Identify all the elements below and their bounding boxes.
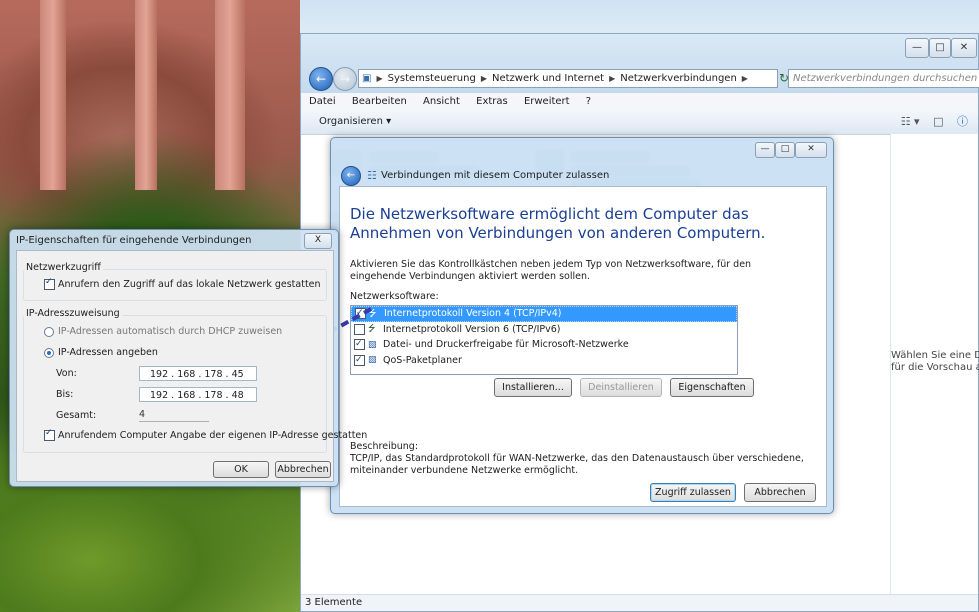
ip-dialog-body: Netzwerkzugriff Anrufern den Zugriff auf…: [16, 250, 367, 482]
from-ip-input[interactable]: 192 . 168 . 178 . 45: [139, 366, 257, 381]
status-bar: 3 Elemente: [301, 594, 978, 611]
menu-datei[interactable]: Datei: [301, 96, 341, 107]
to-ip-input[interactable]: 192 . 168 . 178 . 48: [139, 387, 257, 402]
group-label: Netzwerkzugriff: [24, 262, 103, 273]
list-item[interactable]: ▧ QoS-Paketplaner: [351, 353, 737, 368]
uninstall-button[interactable]: Deinstallieren: [580, 378, 662, 397]
allow-connections-dialog: — □ ✕ ← ☷ Verbindungen mit diesem Comput…: [330, 137, 834, 514]
total-value: 4: [139, 408, 209, 422]
dialog-minimize-button[interactable]: —: [755, 142, 775, 158]
view-tools: ☷ ▾ □ ⓘ: [891, 110, 968, 134]
menu-bearbeiten[interactable]: Bearbeiten: [344, 96, 412, 107]
lan-access-checkbox[interactable]: [44, 277, 55, 290]
wizard-back-button[interactable]: ←: [341, 166, 361, 186]
total-label: Gesamt:: [56, 410, 97, 421]
software-item-label: Datei- und Druckerfreigabe für Microsoft…: [383, 339, 629, 350]
own-ip-checkbox[interactable]: [44, 428, 55, 441]
command-bar: Organisieren ▾ ☷ ▾ □ ⓘ: [301, 110, 978, 135]
lan-access-row[interactable]: Anrufern den Zugriff auf das lokale Netz…: [44, 277, 321, 290]
network-access-group: Netzwerkzugriff Anrufern den Zugriff auf…: [23, 262, 327, 301]
description-label: Beschreibung:: [350, 441, 419, 452]
dhcp-radio[interactable]: [44, 326, 54, 337]
description-text: TCP/IP, das Standardprotokoll für WAN-Ne…: [350, 453, 804, 476]
ip-dialog-close-button[interactable]: X: [304, 233, 332, 249]
menu-extras[interactable]: Extras: [468, 96, 513, 107]
dialog-content: Die Netzwerksoftware ermöglicht dem Comp…: [339, 186, 827, 507]
explorer-frame: [301, 34, 978, 102]
preview-hint-line2: für die Vorschau aus: [891, 362, 979, 373]
breadcrumb-chevron-icon: ▶: [376, 74, 383, 83]
dhcp-label: IP-Adressen automatisch durch DHCP zuwei…: [58, 326, 283, 337]
software-item-label: QoS-Paketplaner: [383, 354, 462, 366]
ok-button[interactable]: OK: [213, 461, 269, 478]
wallpaper-pillar: [215, 0, 245, 190]
ip-dialog-title: IP-Eigenschaften für eingehende Verbindu…: [16, 235, 252, 246]
ip-assignment-group: IP-Adresszuweisung IP-Adressen automatis…: [23, 308, 367, 453]
software-item-label: Internetprotokoll Version 6 (TCP/IPv6): [383, 323, 561, 335]
own-ip-label: Anrufendem Computer Angabe der eigenen I…: [58, 430, 368, 441]
network-icon: ☷: [367, 169, 377, 182]
ip-cancel-button[interactable]: Abbrechen: [275, 461, 331, 478]
dialog-intro: Aktivieren Sie das Kontrollkästchen nebe…: [350, 259, 752, 282]
breadcrumb-item[interactable]: Netzwerk und Internet: [489, 73, 607, 84]
manual-ip-label: IP-Adressen angeben: [58, 347, 158, 358]
software-list: ⭍ Internetprotokoll Version 4 (TCP/IPv4)…: [350, 305, 738, 375]
menu-help[interactable]: ?: [578, 96, 596, 107]
wallpaper-pillar: [135, 0, 157, 190]
menu-ansicht[interactable]: Ansicht: [415, 96, 465, 107]
software-label: Netzwerksoftware:: [350, 291, 439, 302]
dhcp-option[interactable]: IP-Adressen automatisch durch DHCP zuwei…: [44, 326, 282, 337]
ip-properties-dialog: IP-Eigenschaften für eingehende Verbindu…: [9, 229, 367, 487]
cancel-button[interactable]: Abbrechen: [744, 483, 816, 502]
install-button[interactable]: Installieren...: [494, 378, 572, 397]
allow-access-button[interactable]: Zugriff zulassen: [650, 483, 736, 502]
breadcrumb-chevron-icon: ▶: [741, 74, 748, 83]
properties-button[interactable]: Eigenschaften: [670, 378, 754, 397]
control-panel-icon: ▣: [362, 73, 372, 84]
organize-button[interactable]: Organisieren ▾: [301, 116, 391, 127]
maximize-button[interactable]: □: [929, 38, 951, 58]
preview-pane-icon[interactable]: □: [933, 115, 943, 128]
dialog-title: Verbindungen mit diesem Computer zulasse…: [381, 170, 610, 181]
dialog-close-button[interactable]: ✕: [795, 142, 827, 158]
close-button[interactable]: ✕: [951, 38, 977, 58]
preview-pane: Wählen Sie eine Date für die Vorschau au…: [890, 134, 979, 595]
from-label: Von:: [56, 368, 77, 379]
menu-erweitert[interactable]: Erweitert: [516, 96, 575, 107]
back-button[interactable]: ←: [309, 67, 333, 91]
menu-bar: Datei Bearbeiten Ansicht Extras Erweiter…: [301, 93, 978, 111]
search-input[interactable]: Netzwerkverbindungen durchsuchen: [788, 69, 979, 88]
manual-ip-option[interactable]: IP-Adressen angeben: [44, 347, 158, 358]
breadcrumb-item[interactable]: Systemsteuerung: [385, 73, 479, 84]
help-icon[interactable]: ⓘ: [957, 115, 968, 128]
dialog-maximize-button[interactable]: □: [775, 142, 795, 158]
list-item[interactable]: ⭍ Internetprotokoll Version 4 (TCP/IPv4): [351, 306, 737, 322]
group-label: IP-Adresszuweisung: [24, 308, 122, 319]
minimize-button[interactable]: —: [905, 38, 929, 58]
list-item[interactable]: ▧ Datei- und Druckerfreigabe für Microso…: [351, 337, 737, 353]
list-item[interactable]: ⭍ Internetprotokoll Version 6 (TCP/IPv6): [351, 322, 737, 338]
forward-button[interactable]: →: [333, 67, 357, 91]
dialog-heading: Die Netzwerksoftware ermöglicht dem Comp…: [350, 205, 766, 242]
address-bar[interactable]: ▣ ▶ Systemsteuerung ▶ Netzwerk und Inter…: [358, 69, 778, 88]
breadcrumb-chevron-icon: ▶: [609, 74, 616, 83]
lan-access-label: Anrufern den Zugriff auf das lokale Netz…: [58, 279, 321, 290]
breadcrumb-item[interactable]: Netzwerkverbindungen: [617, 73, 740, 84]
manual-ip-radio[interactable]: [44, 347, 54, 358]
view-options-icon[interactable]: ☷ ▾: [901, 115, 920, 128]
to-label: Bis:: [56, 389, 74, 400]
own-ip-row[interactable]: Anrufendem Computer Angabe der eigenen I…: [44, 428, 368, 441]
breadcrumb-chevron-icon: ▶: [480, 74, 487, 83]
wallpaper-pillar: [40, 0, 66, 190]
preview-hint-line1: Wählen Sie eine Date: [891, 350, 979, 361]
software-item-label: Internetprotokoll Version 4 (TCP/IPv4): [384, 308, 562, 319]
